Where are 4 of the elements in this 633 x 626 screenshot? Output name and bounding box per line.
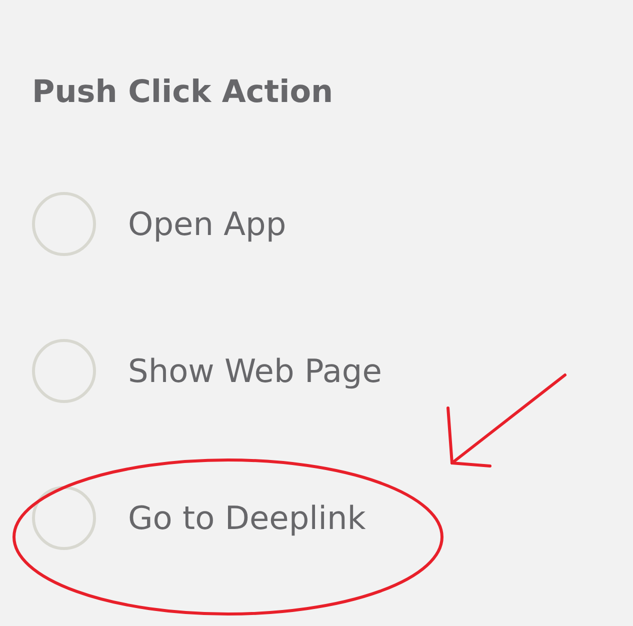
option-label: Show Web Page: [128, 352, 382, 390]
section-title: Push Click Action: [32, 73, 334, 112]
option-label: Go to Deeplink: [128, 499, 366, 537]
option-label: Open App: [128, 205, 286, 243]
